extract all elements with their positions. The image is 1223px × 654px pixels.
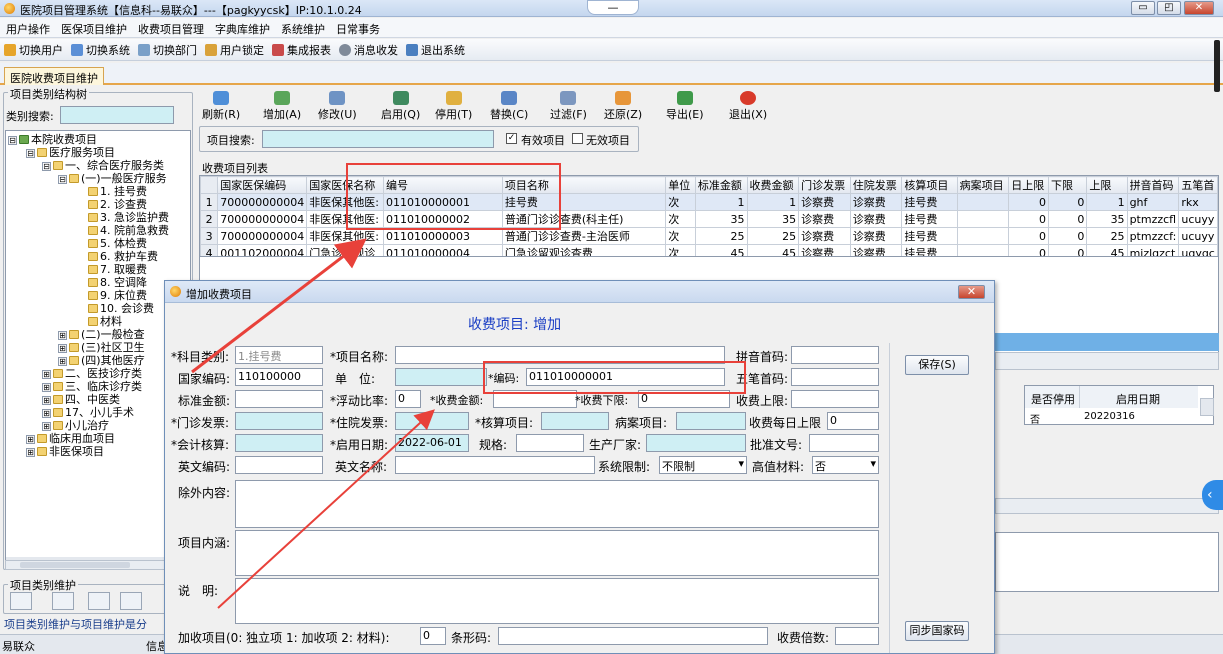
arrow-to-code-column [191, 238, 367, 374]
annotation-arrows [191, 238, 435, 609]
arrow-to-code-field [217, 409, 435, 609]
